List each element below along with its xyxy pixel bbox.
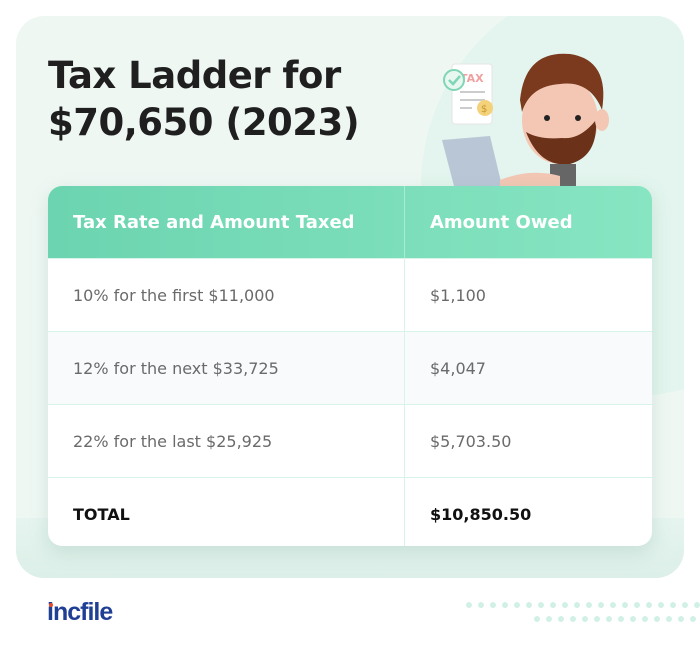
dot	[622, 602, 628, 608]
svg-text:$: $	[481, 104, 487, 115]
dot	[538, 602, 544, 608]
dot	[610, 602, 616, 608]
logo-text: incfile	[47, 598, 113, 626]
dot	[682, 602, 688, 608]
dot	[526, 602, 532, 608]
cell-owed: $5,703.50	[430, 431, 512, 451]
cell-rate: 22% for the last $25,925	[48, 405, 405, 477]
cell-owed: $4,047	[430, 358, 486, 378]
dot	[690, 616, 696, 622]
title-line-2: $70,650 (2023)	[48, 101, 360, 144]
dot	[558, 616, 564, 622]
total-label: TOTAL	[48, 478, 405, 546]
tax-table: Tax Rate and Amount Taxed Amount Owed 10…	[48, 186, 652, 546]
dot	[466, 602, 472, 608]
header-tax-rate: Tax Rate and Amount Taxed	[48, 186, 405, 258]
dot	[630, 616, 636, 622]
illustration: TAX $	[442, 53, 609, 186]
dot	[646, 602, 652, 608]
dot	[550, 602, 556, 608]
dot	[678, 616, 684, 622]
incfile-logo: incfile	[47, 598, 113, 627]
table-row: 12% for the next $33,725 $4,047	[48, 331, 652, 404]
total-row: TOTAL $10,850.50	[48, 477, 652, 546]
dot	[618, 616, 624, 622]
check-icon	[443, 69, 465, 91]
dot	[562, 602, 568, 608]
dot	[594, 616, 600, 622]
table-header: Tax Rate and Amount Taxed Amount Owed	[48, 186, 652, 258]
table-row: 10% for the first $11,000 $1,100	[48, 258, 652, 331]
dot	[586, 602, 592, 608]
dot	[670, 602, 676, 608]
header-amount-owed: Amount Owed	[430, 211, 573, 233]
dollar-coin-icon: $	[477, 100, 493, 116]
dot	[574, 602, 580, 608]
dot	[478, 602, 484, 608]
table-row: 22% for the last $25,925 $5,703.50	[48, 404, 652, 477]
dot	[694, 602, 700, 608]
dot	[570, 616, 576, 622]
dot	[634, 602, 640, 608]
bearded-man-character	[500, 53, 609, 186]
dot	[514, 602, 520, 608]
cell-owed: $1,100	[430, 285, 486, 305]
dot	[654, 616, 660, 622]
dot	[666, 616, 672, 622]
dot	[658, 602, 664, 608]
cell-rate: 12% for the next $33,725	[48, 332, 405, 404]
dot	[582, 616, 588, 622]
dot	[606, 616, 612, 622]
laptop-icon	[442, 136, 502, 186]
page-title: Tax Ladder for $70,650 (2023)	[48, 52, 360, 146]
decorative-dots	[466, 600, 700, 630]
dot	[490, 602, 496, 608]
dot	[534, 616, 540, 622]
title-line-1: Tax Ladder for	[48, 54, 341, 97]
cell-rate: 10% for the first $11,000	[48, 259, 405, 331]
dot	[598, 602, 604, 608]
logo-dot	[49, 603, 53, 607]
total-owed: $10,850.50	[430, 504, 532, 524]
dot	[642, 616, 648, 622]
dot	[546, 616, 552, 622]
dot	[502, 602, 508, 608]
